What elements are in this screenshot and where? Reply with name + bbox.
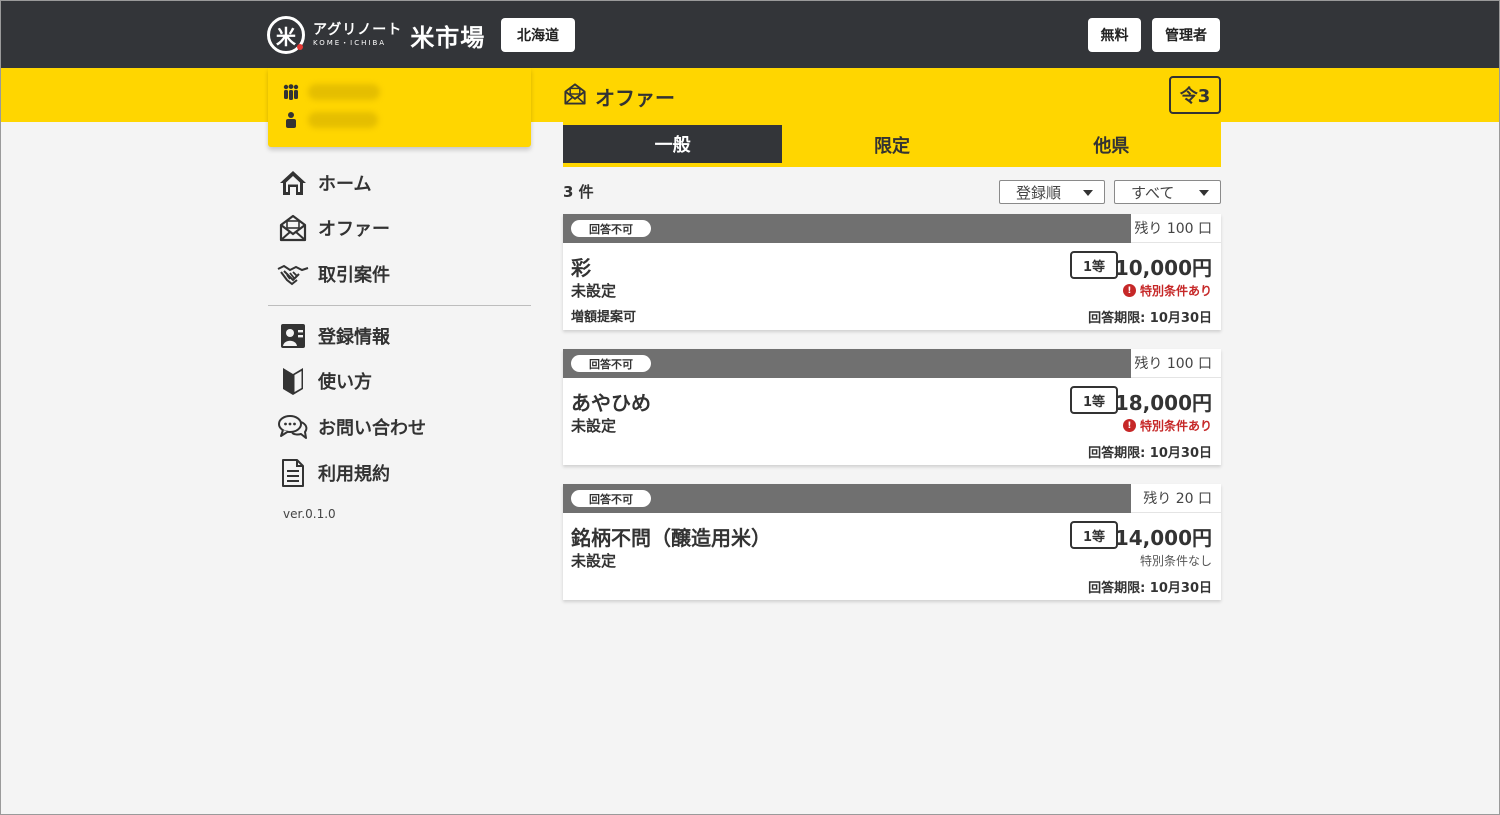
profile-card-icon (277, 320, 309, 352)
logo-dot (297, 44, 303, 50)
year-selector[interactable]: 令3 (1169, 76, 1221, 114)
sidebar-item-label: ホーム (318, 174, 372, 195)
sidebar-item-label: 使い方 (318, 372, 372, 393)
sidebar-divider (268, 305, 531, 306)
offer-price: 18,000円 (1114, 391, 1212, 415)
tab-limited[interactable]: 限定 (782, 122, 1001, 167)
handshake-icon (277, 258, 309, 290)
offer-card-header: 回答不可 残り 100 口 (563, 214, 1221, 243)
offer-price: 14,000円 (1114, 526, 1212, 550)
offer-price: 10,000円 (1114, 256, 1212, 280)
offer-card[interactable]: 回答不可 残り 100 口 あやひめ 未設定 1等 18,000円 ! 特別条件… (563, 349, 1221, 465)
sidebar-item-contact[interactable]: お問い合わせ (277, 411, 426, 443)
grade-badge: 1等 (1070, 386, 1118, 414)
app-logo[interactable]: 米 アグリノート KOME・ICHIBA 米市場 (267, 15, 485, 55)
special-condition: ! 特別条件あり (1122, 417, 1212, 434)
grade-badge: 1等 (1070, 251, 1118, 279)
caret-down-icon (1199, 190, 1209, 196)
version-label: ver.0.1.0 (283, 507, 336, 521)
sidebar-item-offer[interactable]: オファー (277, 212, 390, 244)
envelope-open-icon (563, 82, 587, 110)
user-card (268, 68, 531, 147)
document-icon (277, 457, 309, 489)
user-person-row (282, 110, 378, 130)
rice-logo-icon: 米 (267, 16, 305, 54)
rice-variety: あやひめ (571, 391, 651, 415)
rice-variety: 彩 (571, 256, 591, 280)
person-name (308, 112, 378, 128)
answer-deadline: 回答期限: 10月30日 (1088, 311, 1212, 326)
beginner-mark-icon (277, 365, 309, 397)
special-condition-text: 特別条件なし (1139, 554, 1212, 568)
sidebar-item-profile[interactable]: 登録情報 (277, 320, 390, 352)
admin-button[interactable]: 管理者 (1152, 18, 1220, 52)
page-title-text: オファー (595, 85, 675, 110)
result-count: 3 件 (563, 183, 594, 201)
alert-info-icon: ! (1122, 284, 1136, 297)
sidebar-item-label: 取引案件 (318, 265, 390, 286)
sidebar-item-howto[interactable]: 使い方 (277, 365, 372, 397)
special-condition-text: 特別条件あり (1139, 284, 1212, 298)
tab-other-prefecture[interactable]: 他県 (1002, 122, 1221, 167)
offer-sub-info: 未設定 (571, 282, 617, 300)
offer-card-header: 回答不可 残り 100 口 (563, 349, 1221, 378)
sort-select[interactable]: 登録順 (999, 180, 1105, 204)
sidebar-item-home[interactable]: ホーム (277, 167, 371, 199)
offer-sub-info: 未設定 (571, 552, 617, 570)
offer-note: 増額提案可 (571, 310, 637, 325)
yellow-band (1, 68, 1499, 122)
envelope-open-icon (277, 212, 309, 244)
offer-sub-info: 未設定 (571, 417, 617, 435)
special-condition: ! 特別条件あり (1122, 282, 1212, 299)
offer-tabs: 一般 限定 他県 (563, 122, 1221, 167)
sidebar-item-label: 利用規約 (318, 464, 390, 485)
answer-deadline: 回答期限: 10月30日 (1088, 581, 1212, 596)
offer-card-status-bar: 回答不可 (563, 214, 1131, 243)
remaining-units: 残り 20 口 (1131, 484, 1221, 513)
offer-card-status-bar: 回答不可 (563, 349, 1131, 378)
sidebar-item-label: 登録情報 (318, 327, 390, 348)
sidebar-item-label: オファー (318, 219, 390, 240)
caret-down-icon (1083, 190, 1093, 196)
logo-kana: アグリノート (313, 22, 403, 38)
chat-bubbles-icon (277, 411, 309, 443)
special-condition: 特別条件なし (1140, 552, 1212, 569)
answer-deadline: 回答期限: 10月30日 (1088, 446, 1212, 461)
logo-subtitles: アグリノート KOME・ICHIBA (313, 23, 402, 47)
filter-select-value: すべて (1131, 183, 1175, 202)
logo-roman: KOME・ICHIBA (313, 39, 387, 47)
offer-card-header: 回答不可 残り 20 口 (563, 484, 1221, 513)
sidebar-item-deals[interactable]: 取引案件 (277, 258, 390, 290)
offer-card[interactable]: 回答不可 残り 20 口 銘柄不問（醸造用米） 未設定 1等 14,000円 特… (563, 484, 1221, 600)
region-button[interactable]: 北海道 (501, 18, 575, 52)
person-icon (282, 110, 300, 130)
logo-mark-char: 米 (276, 24, 296, 49)
offer-card-status-bar: 回答不可 (563, 484, 1131, 513)
sidebar-item-label: お問い合わせ (318, 418, 426, 439)
sort-select-value: 登録順 (1016, 183, 1062, 202)
free-plan-button[interactable]: 無料 (1088, 18, 1141, 52)
remaining-units: 残り 100 口 (1131, 214, 1221, 243)
home-icon (277, 167, 309, 199)
rice-variety: 銘柄不問（醸造用米） (571, 526, 771, 550)
sidebar-item-terms[interactable]: 利用規約 (277, 457, 390, 489)
status-badge: 回答不可 (571, 355, 651, 372)
filter-select[interactable]: すべて (1114, 180, 1221, 204)
org-name (308, 84, 380, 100)
tab-general[interactable]: 一般 (563, 125, 783, 163)
offer-card[interactable]: 回答不可 残り 100 口 彩 未設定 増額提案可 1等 10,000円 ! 特… (563, 214, 1221, 330)
user-org-row (282, 82, 380, 102)
group-icon (282, 82, 300, 102)
special-condition-text: 特別条件あり (1139, 419, 1212, 433)
status-badge: 回答不可 (571, 490, 651, 507)
page-title: オファー (563, 81, 675, 111)
logo-main-text: 米市場 (410, 23, 486, 52)
top-header: 米 アグリノート KOME・ICHIBA 米市場 北海道 無料 管理者 (1, 1, 1499, 68)
grade-badge: 1等 (1070, 521, 1118, 549)
remaining-units: 残り 100 口 (1131, 349, 1221, 378)
alert-info-icon: ! (1122, 419, 1136, 432)
status-badge: 回答不可 (571, 220, 651, 237)
